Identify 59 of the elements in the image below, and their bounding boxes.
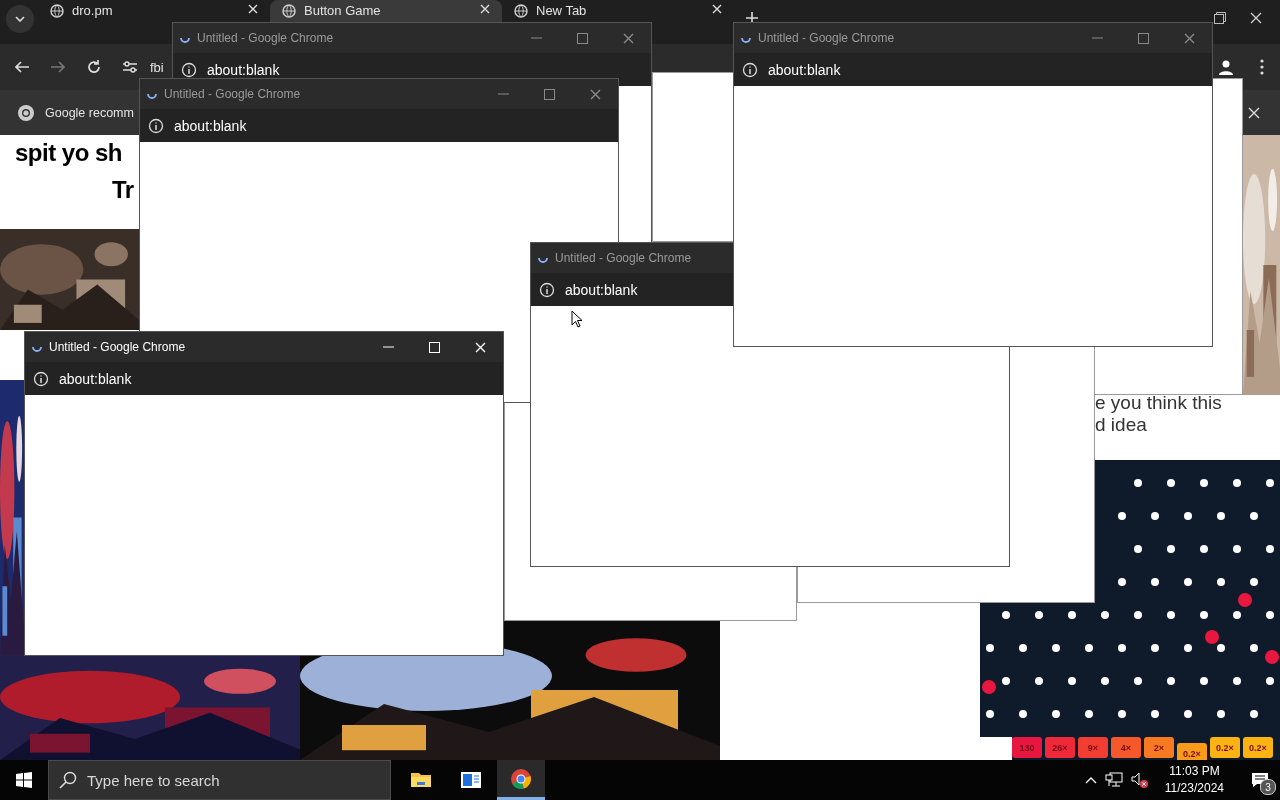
reload-icon[interactable] <box>86 59 102 75</box>
browser-tab[interactable]: Button Game <box>270 0 502 22</box>
globe-icon <box>50 4 64 18</box>
chevron-up-icon[interactable] <box>1084 776 1097 784</box>
multiplier-slot: 130 <box>1012 737 1042 758</box>
multiplier-slot: 4× <box>1111 737 1141 758</box>
multiplier-slot: 26× <box>1045 737 1075 758</box>
window-url: about:blank <box>565 281 638 298</box>
muted-speaker-icon[interactable] <box>1130 772 1149 788</box>
window-url: about:blank <box>768 61 841 78</box>
caption-text: Tr <box>112 176 134 204</box>
close-icon[interactable] <box>1250 12 1262 24</box>
back-arrow-icon[interactable] <box>14 59 30 75</box>
restore-icon[interactable] <box>1214 12 1226 24</box>
info-icon <box>181 61 197 78</box>
search-icon <box>59 771 77 789</box>
infobar-message: Google recomm <box>45 105 134 120</box>
multiplier-slot: 0.2× <box>1177 743 1207 760</box>
clock[interactable]: 11:03 PM 11/23/2024 <box>1164 763 1224 797</box>
window-title: Untitled - Google Chrome <box>555 251 693 265</box>
browser-tab[interactable]: New Tab <box>502 0 734 22</box>
window-title: Untitled - Google Chrome <box>758 31 896 45</box>
multiplier-slot: 0.2× <box>1210 737 1240 758</box>
multiplier-slot: 9× <box>1078 737 1108 758</box>
caption-text: spit yo sh <box>15 139 123 167</box>
window-url: about:blank <box>174 117 247 134</box>
sliders-icon[interactable] <box>122 59 138 75</box>
clock-date: 11/23/2024 <box>1164 780 1224 797</box>
caption-text: d idea <box>1095 414 1147 436</box>
multiplier-slot: 2× <box>1144 737 1174 758</box>
mouse-cursor-icon <box>571 310 583 328</box>
info-icon <box>539 281 555 298</box>
window-url: about:blank <box>207 61 280 78</box>
windows-logo-icon[interactable] <box>16 772 32 788</box>
globe-icon <box>282 4 296 18</box>
menu-icon[interactable] <box>1260 59 1264 75</box>
chrome-logo-icon[interactable] <box>510 767 532 790</box>
network-icon[interactable] <box>1104 772 1123 788</box>
caption-text: e you think this <box>1095 392 1222 414</box>
info-icon <box>148 117 164 134</box>
profile-icon[interactable] <box>1218 59 1234 75</box>
chevron-down-icon <box>15 16 25 22</box>
browser-tab[interactable]: dro.pm <box>38 0 270 22</box>
info-icon <box>33 370 49 387</box>
window-title: Untitled - Google Chrome <box>164 87 302 101</box>
tab-list-button[interactable] <box>6 5 34 33</box>
news-icon[interactable] <box>460 769 482 791</box>
window-url: about:blank <box>59 370 132 387</box>
multiplier-slot: 0.2× <box>1243 737 1273 758</box>
forward-arrow-icon[interactable] <box>50 59 66 75</box>
clock-time: 11:03 PM <box>1169 763 1220 780</box>
window-title: Untitled - Google Chrome <box>197 31 335 45</box>
notification-count: 3 <box>1260 779 1276 795</box>
window-title: Untitled - Google Chrome <box>49 340 187 354</box>
globe-icon <box>514 4 528 18</box>
address-field[interactable]: fbi <box>150 59 164 75</box>
chrome-logo-icon <box>17 103 35 122</box>
info-icon <box>742 61 758 78</box>
search-field[interactable]: Type here to search <box>48 760 391 800</box>
